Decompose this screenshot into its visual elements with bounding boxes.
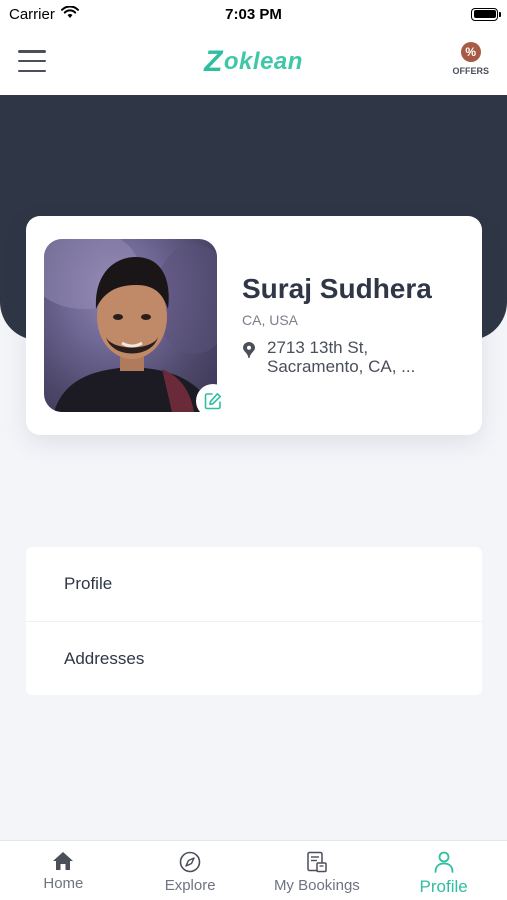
offers-percent-icon: % [460, 42, 481, 62]
edit-photo-button[interactable] [196, 384, 230, 418]
tab-home[interactable]: Home [0, 841, 127, 900]
bottom-tab-bar: Home Explore My Bookings Profile [0, 840, 507, 900]
compass-icon [179, 851, 201, 873]
hamburger-menu-button[interactable] [18, 50, 46, 72]
status-left: Carrier [9, 5, 79, 23]
wifi-icon [60, 5, 79, 23]
carrier-label: Carrier [9, 5, 55, 23]
avatar [44, 239, 217, 412]
tab-explore[interactable]: Explore [127, 841, 254, 900]
profile-menu-list: Profile Addresses [26, 547, 482, 695]
offers-label: OFFERS [452, 66, 489, 76]
tab-profile[interactable]: Profile [380, 841, 507, 900]
user-name: Suraj Sudhera [242, 273, 432, 304]
offers-button[interactable]: % OFFERS [452, 42, 489, 76]
tab-profile-label: Profile [419, 877, 468, 896]
menu-line [18, 69, 46, 72]
tab-my-bookings-label: My Bookings [273, 877, 360, 894]
profile-card: Suraj Sudhera CA, USA 2713 13th St, Sacr… [26, 216, 482, 435]
menu-line [18, 59, 46, 63]
user-region: CA, USA [242, 312, 299, 328]
bookings-icon [307, 851, 327, 873]
tab-home-label: Home [43, 875, 84, 892]
user-address: 2713 13th St, Sacramento, CA, ... [267, 338, 416, 376]
user-icon [434, 851, 454, 873]
avatar-photo [44, 239, 217, 412]
home-icon [53, 852, 74, 870]
edit-icon [204, 393, 221, 410]
logo-z: Z [204, 44, 223, 78]
battery-icon [471, 7, 501, 21]
zoklean-logo: Zoklean [204, 45, 303, 79]
status-bar: Carrier 7:03 PM [0, 0, 507, 28]
app-header: Zoklean % OFFERS [0, 28, 507, 95]
location-pin-icon [243, 342, 255, 358]
menu-item-profile[interactable]: Profile [26, 547, 482, 621]
tab-explore-label: Explore [164, 877, 216, 894]
logo-text: oklean [223, 47, 303, 75]
menu-item-addresses[interactable]: Addresses [26, 621, 482, 695]
menu-line [18, 50, 46, 53]
tab-my-bookings[interactable]: My Bookings [254, 841, 381, 900]
